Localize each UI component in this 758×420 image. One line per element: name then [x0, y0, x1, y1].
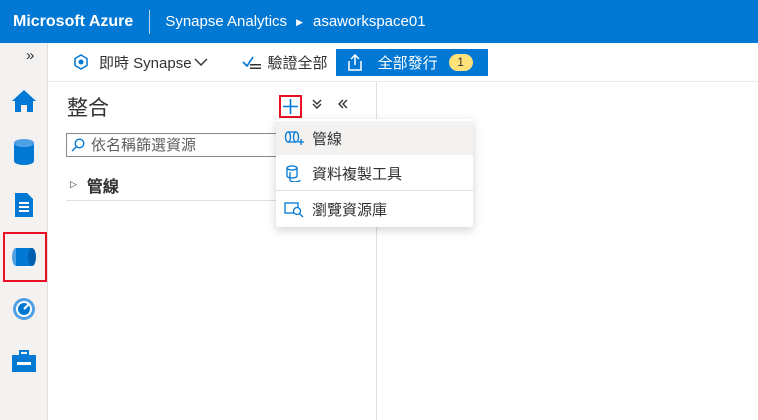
validate-all-label: 驗證全部 — [267, 54, 328, 72]
search-icon — [71, 138, 85, 152]
pending-changes-badge: 1 — [448, 53, 473, 71]
validate-all-button[interactable]: 驗證全部 — [241, 48, 328, 76]
live-mode-label: 即時 Synapse — [99, 54, 192, 72]
menu-item-copy-data-tool[interactable]: 資料複製工具 — [276, 156, 473, 190]
breadcrumb-workspace[interactable]: asaworkspace01 — [313, 10, 426, 34]
menu-item-label: 資料複製工具 — [312, 165, 403, 183]
add-resource-menu: 管線 資料複製工具 瀏覽資源庫 — [276, 119, 473, 227]
data-icon[interactable] — [4, 132, 44, 172]
validate-icon — [241, 56, 261, 69]
left-nav-rail: » — [0, 43, 48, 420]
plus-icon — [283, 99, 298, 114]
develop-icon[interactable] — [4, 185, 44, 225]
publish-all-button[interactable]: 全部發行 1 — [335, 48, 488, 76]
monitor-icon[interactable] — [4, 289, 44, 329]
home-icon[interactable] — [4, 81, 44, 121]
pipeline-icon — [284, 131, 304, 145]
menu-item-label: 瀏覽資源庫 — [312, 201, 388, 219]
copy-data-tool-icon — [286, 165, 301, 182]
expand-rail-icon[interactable]: » — [26, 47, 34, 64]
synapse-icon — [74, 54, 88, 70]
integrate-icon[interactable] — [3, 232, 47, 282]
manage-icon[interactable] — [4, 341, 44, 381]
live-mode-dropdown[interactable]: 即時 Synapse — [73, 48, 208, 76]
filter-resources-field[interactable] — [66, 133, 282, 157]
menu-divider — [276, 190, 473, 191]
collapse-panel-icon[interactable] — [337, 97, 349, 113]
tree-item-label: 管線 — [86, 178, 119, 196]
caret-right-icon[interactable]: ▷ — [70, 179, 77, 190]
add-resource-button[interactable] — [279, 95, 302, 118]
publish-icon — [347, 53, 362, 71]
command-bar: 即時 Synapse 驗證全部 全部發行 1 — [48, 43, 758, 82]
breadcrumb-separator-icon: ▶ — [296, 16, 303, 27]
brand-title[interactable]: Microsoft Azure — [0, 9, 151, 34]
browse-gallery-icon — [284, 202, 304, 218]
menu-item-pipeline[interactable]: 管線 — [276, 121, 473, 155]
breadcrumb-service[interactable]: Synapse Analytics — [150, 10, 287, 34]
publish-all-label: 全部發行 — [377, 54, 438, 72]
expand-all-icon[interactable] — [311, 97, 323, 113]
menu-item-label: 管線 — [312, 130, 343, 148]
chevron-down-icon — [194, 58, 208, 66]
menu-item-browse-gallery[interactable]: 瀏覽資源庫 — [276, 192, 473, 226]
filter-resources-input[interactable] — [91, 136, 271, 154]
page-title: 整合 — [67, 97, 109, 120]
top-bar: Microsoft Azure Synapse Analytics ▶ asaw… — [0, 0, 758, 43]
